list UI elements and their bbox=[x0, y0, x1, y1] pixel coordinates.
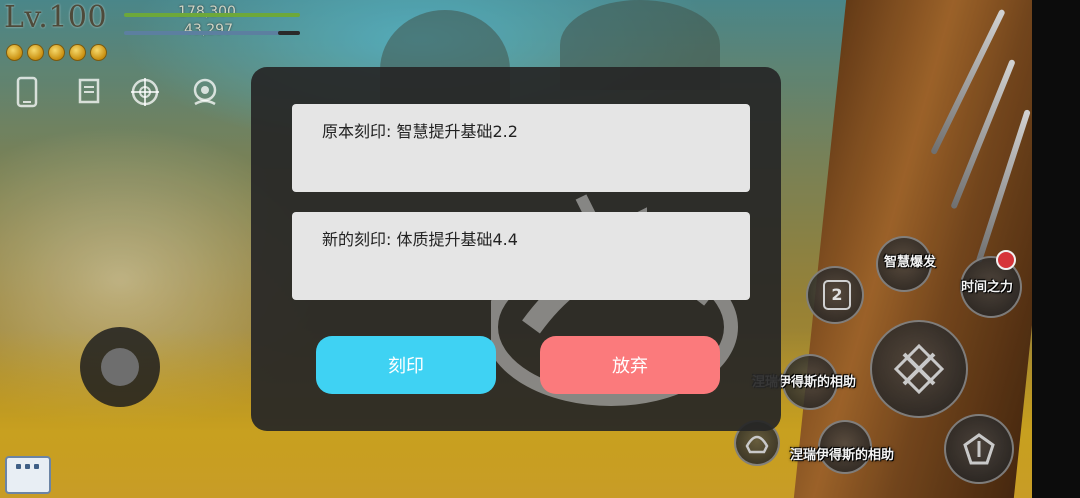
coin-icon bbox=[6, 44, 23, 61]
skill-slot-2[interactable]: 2 bbox=[806, 266, 864, 324]
skill-emblem[interactable] bbox=[944, 414, 1014, 484]
new-inscription-text: 新的刻印: 体质提升基础4.4 bbox=[322, 230, 518, 249]
inscribe-button[interactable]: 刻印 bbox=[316, 336, 496, 394]
coin-row bbox=[6, 44, 107, 61]
alert-badge-icon bbox=[996, 250, 1016, 270]
slot-number: 2 bbox=[823, 280, 851, 310]
crosshair-icon[interactable] bbox=[128, 76, 162, 110]
skill-wisdom-burst-label: 智慧爆发 bbox=[884, 255, 937, 270]
joystick-knob[interactable] bbox=[101, 348, 139, 386]
coin-icon bbox=[27, 44, 44, 61]
player-level: Lv.100 bbox=[4, 0, 108, 35]
helmet-icon bbox=[745, 435, 769, 454]
original-inscription-text: 原本刻印: 智慧提升基础2.2 bbox=[322, 122, 518, 141]
abandon-button[interactable]: 放弃 bbox=[540, 336, 720, 394]
mp-bar-empty bbox=[278, 31, 300, 35]
virtual-joystick[interactable] bbox=[80, 327, 160, 407]
phone-icon[interactable] bbox=[10, 76, 44, 110]
support-icon[interactable] bbox=[188, 76, 222, 110]
summon-help-label-2: 涅瑞伊得斯的相助 bbox=[790, 448, 895, 463]
scroll-icon[interactable] bbox=[72, 76, 106, 110]
coin-icon bbox=[69, 44, 86, 61]
main-attack-button[interactable] bbox=[870, 320, 968, 418]
new-inscription-box: 新的刻印: 体质提升基础4.4 bbox=[292, 212, 750, 300]
hp-value: 178,300 bbox=[178, 4, 236, 20]
wing-emblem-icon bbox=[963, 433, 995, 465]
inscription-dialog: 原本刻印: 智慧提升基础2.2 新的刻印: 体质提升基础4.4 刻印 放弃 bbox=[251, 67, 781, 431]
skill-time-power-label: 时间之力 bbox=[961, 280, 1014, 295]
hp-bar bbox=[124, 13, 300, 17]
chat-icon[interactable] bbox=[5, 456, 51, 494]
original-inscription-box: 原本刻印: 智慧提升基础2.2 bbox=[292, 104, 750, 192]
mp-value: 43,297 bbox=[184, 22, 233, 38]
mp-bar bbox=[124, 31, 300, 35]
coin-icon bbox=[90, 44, 107, 61]
coin-icon bbox=[48, 44, 65, 61]
crossed-swords-icon bbox=[893, 343, 945, 395]
